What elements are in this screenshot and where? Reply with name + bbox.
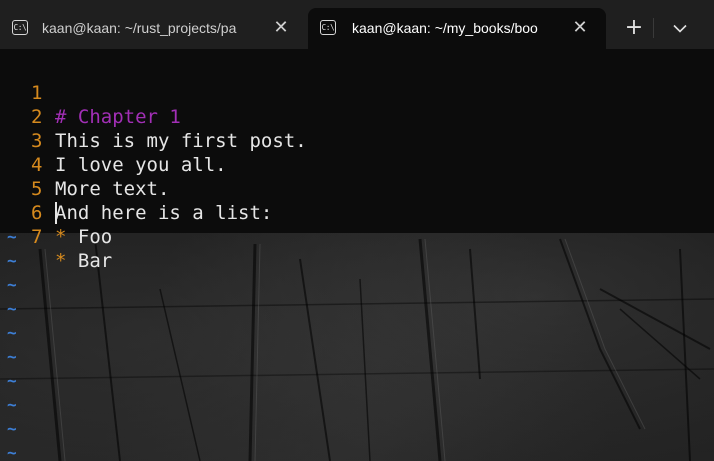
empty-line-marker: ~ (7, 251, 17, 270)
tab-title: kaan@kaan: ~/rust_projects/pa (42, 20, 237, 36)
tab-my-books[interactable]: C:\ kaan@kaan: ~/my_books/boo ✕ (308, 8, 606, 49)
line-text: * Bar (55, 249, 112, 273)
tab-bar: C:\ kaan@kaan: ~/rust_projects/pa ✕ C:\ … (0, 0, 714, 49)
editor-line: 3 I love you all. (0, 105, 714, 176)
empty-line-marker: ~ (7, 443, 17, 461)
close-icon[interactable]: ✕ (273, 19, 288, 37)
new-tab-button[interactable]: + (620, 14, 648, 42)
chevron-down-icon[interactable] (666, 14, 694, 42)
tab-divider (653, 18, 654, 38)
editor-line: 2 This is my first post. (0, 81, 714, 152)
terminal-pane[interactable]: 1 # Chapter 1 2 This is my first post. 3… (0, 49, 714, 461)
list-item-text: Foo (66, 226, 113, 248)
empty-line-marker: ~ (7, 299, 17, 318)
editor-line: 7 * Bar (0, 201, 714, 272)
close-icon[interactable]: ✕ (572, 19, 587, 37)
editor-line: 1 # Chapter 1 (0, 57, 714, 128)
line-number: 7 (31, 226, 43, 248)
editor-line: 4 More text. (0, 129, 714, 200)
editor-line: 6 * Foo (0, 177, 714, 248)
terminal-icon: C:\ (12, 20, 28, 35)
empty-line-marker: ~ (7, 371, 17, 390)
editor-line: 5 And here is a list: (0, 153, 714, 224)
text-cursor (55, 202, 57, 224)
empty-line-marker: ~ (7, 227, 17, 246)
empty-line-marker: ~ (7, 395, 17, 414)
empty-line-marker: ~ (7, 323, 17, 342)
editor-buffer[interactable]: 1 # Chapter 1 2 This is my first post. 3… (0, 49, 714, 272)
tab-rust-projects[interactable]: C:\ kaan@kaan: ~/rust_projects/pa ✕ (0, 8, 306, 49)
terminal-icon: C:\ (320, 20, 336, 35)
empty-line-marker: ~ (7, 419, 17, 438)
tab-title: kaan@kaan: ~/my_books/boo (352, 20, 538, 36)
empty-line-marker: ~ (7, 347, 17, 366)
empty-line-marker: ~ (7, 275, 17, 294)
list-bullet: * (55, 250, 67, 272)
list-item-text: Bar (66, 250, 113, 272)
